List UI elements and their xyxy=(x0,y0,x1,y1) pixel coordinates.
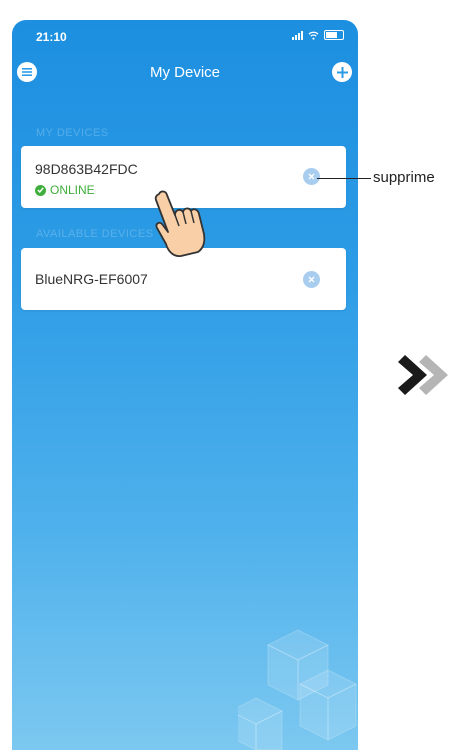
page-title: My Device xyxy=(149,64,220,81)
device-status: ONLINE xyxy=(35,183,95,197)
status-icons xyxy=(292,30,344,40)
nav-bar: My Device xyxy=(12,56,358,88)
section-label-available-devices: AVAILABLE DEVICES xyxy=(36,228,154,240)
check-circle-icon xyxy=(35,184,46,196)
wifi-icon xyxy=(308,31,319,40)
status-bar: 21:10 xyxy=(12,20,358,50)
callout-label: supprime xyxy=(373,169,435,186)
add-device-button[interactable] xyxy=(332,62,352,82)
double-chevron-right-icon xyxy=(398,355,448,395)
device-status-text: ONLINE xyxy=(50,183,95,197)
delete-device-button[interactable] xyxy=(303,271,320,288)
phone-screen: 21:10 My Device MY DEVICES 98D863B42FDC … xyxy=(12,20,358,750)
device-name: BlueNRG-EF6007 xyxy=(35,271,148,287)
tap-hand-icon xyxy=(154,190,206,257)
status-time: 21:10 xyxy=(36,30,67,44)
battery-icon xyxy=(324,30,344,40)
close-icon xyxy=(308,276,315,283)
delete-device-button[interactable] xyxy=(303,168,320,185)
plus-icon xyxy=(336,66,348,78)
section-label-my-devices: MY DEVICES xyxy=(36,127,109,139)
signal-icon xyxy=(292,30,303,40)
close-icon xyxy=(308,173,315,180)
callout-line xyxy=(317,178,371,179)
decorative-cubes-graphic xyxy=(238,629,358,750)
device-name: 98D863B42FDC xyxy=(35,161,138,177)
